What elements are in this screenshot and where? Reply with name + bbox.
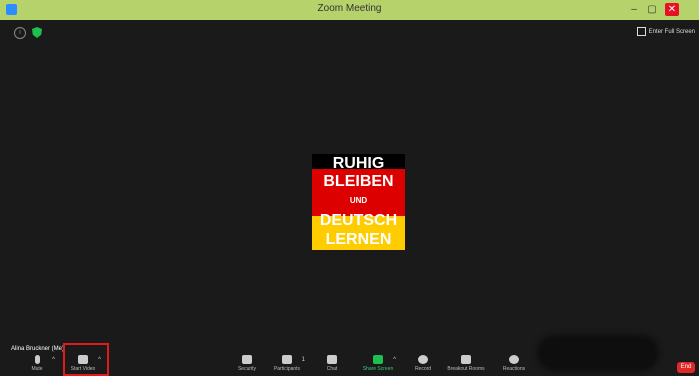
shield-icon[interactable]	[32, 27, 42, 38]
close-button[interactable]: ✕	[665, 3, 679, 16]
info-icon[interactable]: i	[14, 27, 26, 39]
top-left-icons: i	[14, 27, 42, 39]
people-icon	[282, 355, 292, 364]
participants-label: Participants	[273, 366, 301, 372]
smiley-icon	[509, 355, 519, 364]
record-icon	[418, 355, 428, 364]
shield-icon	[242, 355, 252, 364]
chat-bubble-icon	[327, 355, 337, 364]
participant-count: 1	[301, 357, 305, 363]
reactions-button[interactable]: Reactions	[494, 355, 534, 372]
breakout-rooms-label: Breakout Rooms	[447, 366, 485, 372]
chevron-up-icon[interactable]: ^	[52, 357, 55, 363]
reactions-label: Reactions	[502, 366, 526, 372]
security-button[interactable]: Security	[227, 355, 267, 372]
enter-full-screen-button[interactable]: Enter Full Screen	[636, 27, 695, 36]
shared-screen-image: RUHIG BLEIBEN UND DEUTSCH LERNEN	[312, 154, 405, 250]
share-screen-icon	[373, 355, 383, 364]
mute-label: Mute	[31, 366, 43, 372]
slogan-line-1: RUHIG	[332, 155, 385, 172]
fullscreen-icon	[636, 27, 646, 36]
breakout-rooms-button[interactable]: Breakout Rooms	[446, 355, 486, 372]
minimize-button[interactable]: –	[627, 3, 641, 16]
mute-button[interactable]: Mute ^	[17, 355, 57, 372]
window-title: Zoom Meeting	[317, 3, 382, 14]
microphone-icon	[34, 355, 40, 364]
slogan-line-2: BLEIBEN	[323, 173, 394, 190]
slogan-line-5: LERNEN	[325, 231, 392, 248]
participants-button[interactable]: Participants 1	[267, 355, 307, 372]
window-titlebar: Zoom Meeting – ▢ ✕	[0, 0, 699, 20]
security-label: Security	[237, 366, 257, 372]
record-button[interactable]: Record	[403, 355, 443, 372]
end-meeting-button[interactable]: End	[677, 362, 695, 373]
breakout-rooms-icon	[461, 355, 471, 364]
chevron-up-icon[interactable]: ^	[393, 357, 396, 363]
chat-label: Chat	[326, 366, 338, 372]
redacted-area	[541, 339, 655, 367]
record-label: Record	[414, 366, 432, 372]
enter-full-screen-label: Enter Full Screen	[648, 28, 695, 35]
share-screen-label: Share Screen	[362, 366, 394, 372]
start-video-highlight-box	[63, 343, 109, 376]
maximize-button[interactable]: ▢	[645, 3, 659, 16]
share-screen-button[interactable]: Share Screen ^	[358, 355, 398, 372]
chat-button[interactable]: Chat	[312, 355, 352, 372]
slogan-line-4: DEUTSCH	[319, 212, 398, 229]
slogan-line-3: UND	[349, 196, 368, 205]
